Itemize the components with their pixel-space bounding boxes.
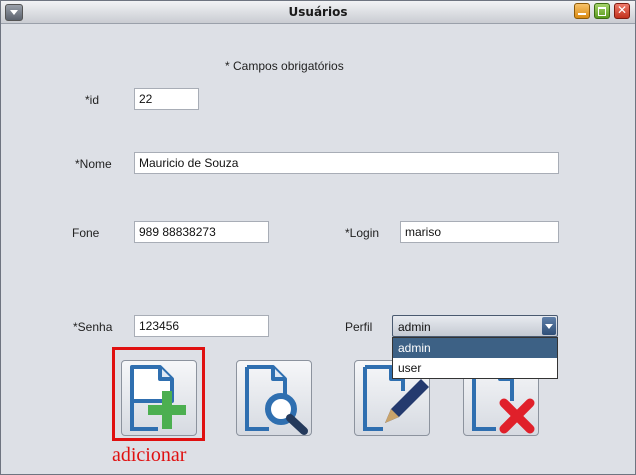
window-title: Usuários bbox=[288, 5, 348, 19]
close-icon: ✕ bbox=[616, 3, 628, 17]
login-label: *Login bbox=[345, 226, 380, 240]
maximize-button[interactable] bbox=[594, 3, 610, 19]
id-label: *id bbox=[85, 93, 100, 107]
nome-field[interactable] bbox=[134, 152, 559, 174]
chevron-down-icon[interactable] bbox=[542, 317, 556, 335]
fone-label: Fone bbox=[72, 226, 100, 240]
id-field[interactable] bbox=[134, 88, 199, 110]
minimize-button[interactable] bbox=[574, 3, 590, 19]
document-search-icon bbox=[245, 365, 308, 435]
title-bar[interactable]: Usuários ✕ bbox=[1, 1, 635, 24]
perfil-selected-value: admin bbox=[398, 320, 431, 334]
perfil-dropdown-list: admin user bbox=[392, 337, 558, 379]
fone-field[interactable] bbox=[134, 221, 269, 243]
annotation-caption: adicionar bbox=[112, 444, 187, 466]
senha-label: *Senha bbox=[73, 320, 113, 334]
perfil-option-admin[interactable]: admin bbox=[393, 338, 557, 358]
nome-label: *Nome bbox=[75, 157, 112, 171]
perfil-combobox[interactable]: admin bbox=[392, 315, 558, 337]
perfil-label: Perfil bbox=[345, 320, 373, 334]
senha-field[interactable] bbox=[134, 315, 269, 337]
login-field[interactable] bbox=[400, 221, 559, 243]
required-fields-note: * Campos obrigatórios bbox=[225, 59, 344, 73]
close-button[interactable]: ✕ bbox=[614, 3, 630, 19]
annotation-highlight-box bbox=[112, 347, 205, 441]
perfil-option-user[interactable]: user bbox=[393, 358, 557, 378]
search-button[interactable] bbox=[236, 360, 312, 436]
